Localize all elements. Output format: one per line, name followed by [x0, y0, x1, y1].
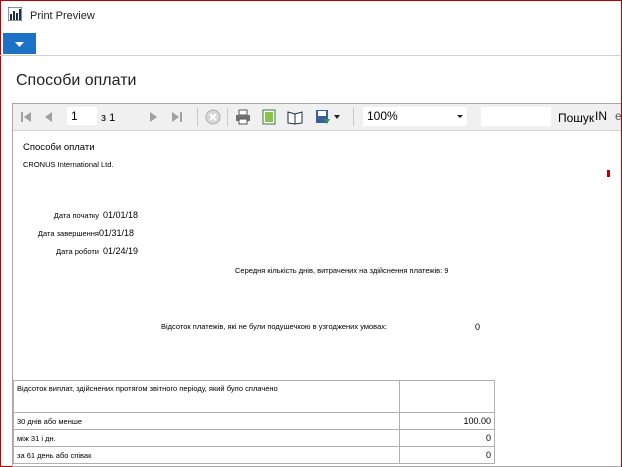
- page-setup-icon[interactable]: [287, 109, 303, 125]
- toolbar-separator: [197, 108, 198, 126]
- end-date-value: 01/31/18: [99, 228, 135, 238]
- report-viewer: 1 з 1 100% Пошук IN Способи оплати CRONU…: [12, 103, 621, 467]
- row-label: між 31 і дн.: [13, 429, 400, 447]
- chevron-down-icon: [457, 115, 463, 118]
- page-title: Способи оплати: [16, 72, 137, 89]
- prev-page-icon[interactable]: [41, 109, 57, 125]
- end-date-label: Дата завершення: [37, 229, 99, 238]
- report-toolbar: 1 з 1 100% Пошук IN: [13, 104, 621, 131]
- export-icon[interactable]: [315, 109, 331, 125]
- ribbon-bar: [0, 31, 620, 56]
- row-value: 100.00: [399, 412, 495, 430]
- export-dropdown-icon[interactable]: [333, 109, 341, 125]
- search-input[interactable]: IN: [595, 109, 607, 123]
- print-icon[interactable]: [235, 109, 251, 125]
- toolbar-separator: [353, 108, 354, 126]
- work-date-value: 01/24/19: [103, 246, 139, 256]
- stop-icon[interactable]: [205, 109, 221, 125]
- print-layout-icon[interactable]: [261, 109, 277, 125]
- next-page-icon[interactable]: [145, 109, 161, 125]
- table-row: за 61 день або співак 0: [13, 446, 495, 464]
- window-title: Print Preview: [30, 10, 95, 22]
- search-next-link[interactable]: e: [615, 109, 621, 123]
- page-count-label: з 1: [101, 112, 116, 124]
- zoom-value: 100%: [367, 109, 398, 123]
- page-number-input[interactable]: 1: [67, 107, 97, 125]
- first-page-icon[interactable]: [18, 109, 34, 125]
- company-name: CRONUS International Ltd.: [23, 160, 114, 169]
- start-date-value: 01/01/18: [103, 210, 139, 220]
- row-value: 0: [399, 429, 495, 447]
- search-area[interactable]: [481, 107, 551, 126]
- search-label: Пошук: [558, 111, 595, 125]
- pct-not-double-label: Відсоток платежів, які не були подушечко…: [161, 322, 388, 331]
- toolbar-separator: [227, 108, 228, 126]
- title-bar: Print Preview: [0, 0, 620, 30]
- table-header-row: Відсоток виплат, здійснених протягом зві…: [13, 380, 495, 413]
- report-title: Способи оплати: [23, 142, 95, 153]
- row-label: 30 днів або менше: [13, 412, 400, 430]
- menu-dropdown-button[interactable]: [3, 33, 36, 54]
- last-page-icon[interactable]: [169, 109, 185, 125]
- report-page: Способи оплати CRONUS International Ltd.…: [13, 131, 621, 466]
- scrollbar-marker[interactable]: [607, 170, 610, 177]
- start-date-label: Дата початку: [53, 211, 99, 220]
- row-value: 0: [399, 446, 495, 464]
- table-row: 30 днів або менше 100.00: [13, 412, 495, 430]
- chevron-down-icon: [15, 35, 24, 53]
- app-icon: [7, 6, 23, 22]
- table-header-cell: Відсоток виплат, здійснених протягом зві…: [13, 380, 400, 413]
- payments-table: Відсоток виплат, здійснених протягом зві…: [13, 380, 495, 464]
- work-date-label: Дата роботи: [56, 247, 99, 256]
- table-header-empty: [399, 380, 495, 413]
- avg-days-text: Середня кількість днів, витрачених на зд…: [235, 266, 449, 275]
- zoom-select[interactable]: 100%: [363, 107, 467, 126]
- row-label: за 61 день або співак: [13, 446, 400, 464]
- table-row: між 31 і дн. 0: [13, 429, 495, 447]
- pct-not-double-value: 0: [475, 322, 481, 332]
